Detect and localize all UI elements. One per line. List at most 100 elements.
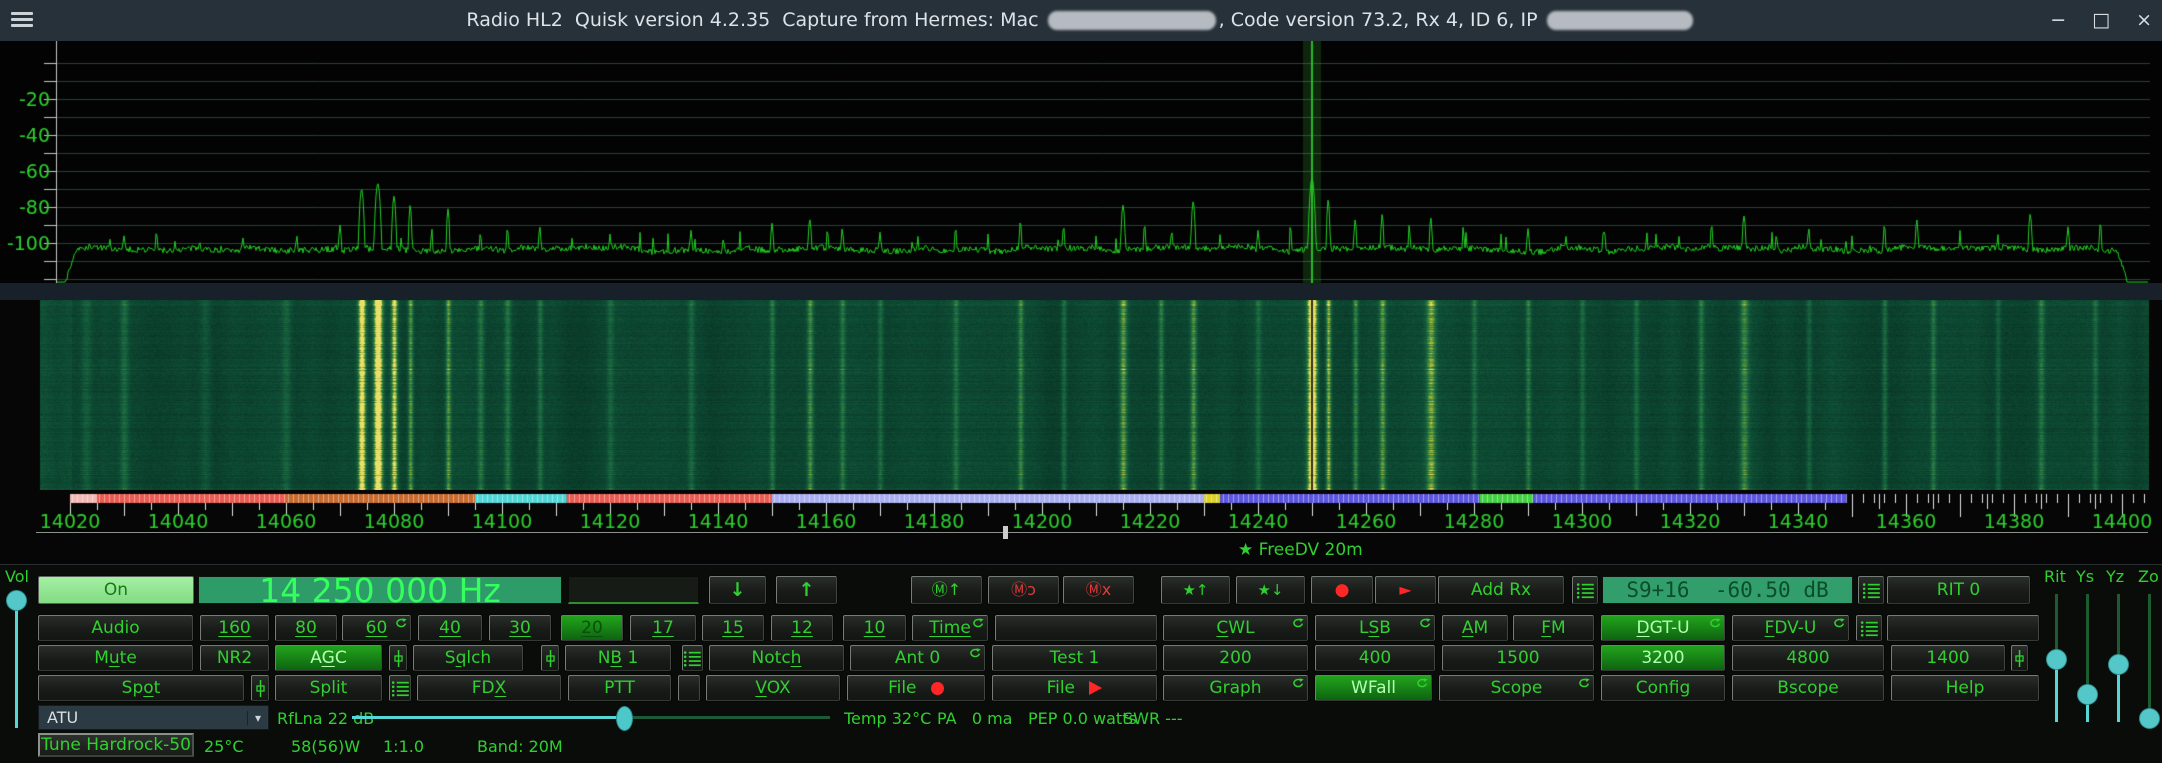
memory-save-button[interactable]: Ⓜ↑ [911,576,982,604]
band-12-button[interactable]: 12 [771,615,833,641]
vol-slider-track[interactable] [15,592,18,728]
band-plan-list-button[interactable] [1572,576,1598,604]
mode-lsb-button[interactable]: LSB [1315,615,1435,641]
rflna-slider-track-right[interactable] [623,716,830,719]
rflna-slider-track[interactable] [352,716,623,719]
zo-slider-thumb[interactable] [2139,708,2160,729]
band-17-button[interactable]: 17 [630,615,696,641]
mode-cwl-button[interactable]: CWL [1163,615,1308,641]
band-160-button[interactable]: 160 [200,615,269,641]
band-40-button[interactable]: 40 [418,615,482,641]
chevron-down-icon: ▾ [247,711,268,725]
favorite-add-button[interactable]: ★↑ [1161,576,1230,604]
tune-hardrock-button[interactable]: Tune Hardrock-50 [38,733,194,757]
ptt-spare-button[interactable] [678,675,700,701]
band-20-button[interactable]: 20 [561,615,623,641]
maximize-button[interactable]: □ [2092,11,2110,30]
filter-200-button[interactable]: 200 [1163,645,1308,671]
ys-slider-thumb[interactable] [2077,684,2098,705]
mode-options-button[interactable] [1856,615,1882,641]
record-button[interactable]: ● [1311,576,1373,604]
audio-button[interactable]: Audio [38,615,193,641]
yz-slider-thumb[interactable] [2108,654,2129,675]
band-15-button[interactable]: 15 [702,615,764,641]
rit-slider-thumb[interactable] [2046,649,2067,670]
pan-slider-track[interactable] [36,532,2148,533]
favorite-open-button[interactable]: ★↓ [1236,576,1305,604]
play-button[interactable]: ► [1375,576,1436,604]
help-button[interactable]: Help [1891,675,2039,701]
station-marker[interactable]: ★ FreeDV 20m [1238,540,1363,560]
zo-slider-track[interactable] [2148,594,2151,718]
ys-slider-label: Ys [2076,567,2094,586]
vox-button[interactable]: VOX [706,675,840,701]
vol-label: Vol [5,567,29,586]
vol-slider-thumb[interactable] [6,590,27,611]
band-time-button[interactable]: Time [912,615,988,641]
smeter-options-button[interactable] [1858,576,1884,604]
file-record-button[interactable]: File [847,675,985,701]
tune-up-button[interactable]: ↑ [776,576,837,604]
mode-fdvu-button[interactable]: FDV-U [1732,615,1849,641]
squelch-slider-button[interactable] [541,645,559,671]
cycle-arrow-icon [1833,618,1845,628]
waterfall-display[interactable] [0,300,2162,490]
view-scope-button[interactable]: Scope [1439,675,1594,701]
minimize-button[interactable]: − [2050,11,2066,30]
ys-slider-track[interactable] [2086,594,2089,694]
file-play-button[interactable]: File [992,675,1157,701]
band-spare-button[interactable] [995,615,1157,641]
spectrum-graph[interactable] [0,41,2162,283]
ptt-button[interactable]: PTT [568,675,671,701]
mute-button[interactable]: Mute [38,645,193,671]
split-button[interactable]: Split [275,675,382,701]
test1-button[interactable]: Test 1 [992,645,1157,671]
agc-button[interactable]: AGC [275,645,382,671]
band-60-button[interactable]: 60 [342,615,411,641]
mode-fm-button[interactable]: FM [1513,615,1594,641]
view-graph-button[interactable]: Graph [1163,675,1308,701]
close-button[interactable]: × [2136,11,2152,30]
notch-button[interactable]: Notch [709,645,844,671]
filter-1500-button[interactable]: 1500 [1442,645,1594,671]
spot-button[interactable]: Spot [38,675,244,701]
bscope-button[interactable]: Bscope [1732,675,1884,701]
mode-dgtu-button[interactable]: DGT-U [1601,615,1725,641]
memory-delete-button[interactable]: Ⓜx [1063,576,1134,604]
mode-spare-button[interactable] [1887,615,2039,641]
memory-next-button[interactable]: Ⓜↄ [988,576,1059,604]
config-button[interactable]: Config [1601,675,1725,701]
filter-3200-button[interactable]: 3200 [1601,645,1725,671]
pan-slider-thumb[interactable] [1003,526,1008,539]
filter-4800-button[interactable]: 4800 [1732,645,1884,671]
nb1-button[interactable]: NB 1 [565,645,671,671]
filter-400-button[interactable]: 400 [1315,645,1435,671]
agc-slider-button[interactable] [389,645,407,671]
add-rx-button[interactable]: Add Rx [1438,576,1564,604]
rit-button[interactable]: RIT 0 [1887,576,2030,604]
on-button[interactable]: On [38,576,194,604]
view-wfall-button[interactable]: WFall [1315,675,1432,701]
nr2-button[interactable]: NR2 [200,645,269,671]
fdx-button[interactable]: FDX [417,675,561,701]
squelch-button[interactable]: Sqlch [413,645,523,671]
band-80-button[interactable]: 80 [275,615,337,641]
tune-down-button[interactable]: ↓ [709,576,766,604]
atu-dropdown[interactable]: ATU ▾ [38,705,269,730]
band-10-button[interactable]: 10 [843,615,906,641]
ant0-button[interactable]: Ant 0 [850,645,985,671]
mode-am-button[interactable]: AM [1442,615,1508,641]
filter-slider-button[interactable] [2011,645,2028,671]
frequency-ruler[interactable] [0,490,2162,536]
list-icon [1860,620,1879,637]
spot-slider-button[interactable] [251,675,269,701]
frequency-display: 14 250 000 Hz [198,576,562,604]
star-icon: ★ [1238,540,1253,560]
frequency-entry[interactable] [568,576,699,604]
split-options-button[interactable] [389,675,411,701]
nb-options-button[interactable] [682,645,703,671]
band-30-button[interactable]: 30 [489,615,551,641]
rflna-slider-thumb[interactable] [616,706,633,731]
filter-1400-button[interactable]: 1400 [1891,645,2005,671]
slider-icon [546,650,555,667]
